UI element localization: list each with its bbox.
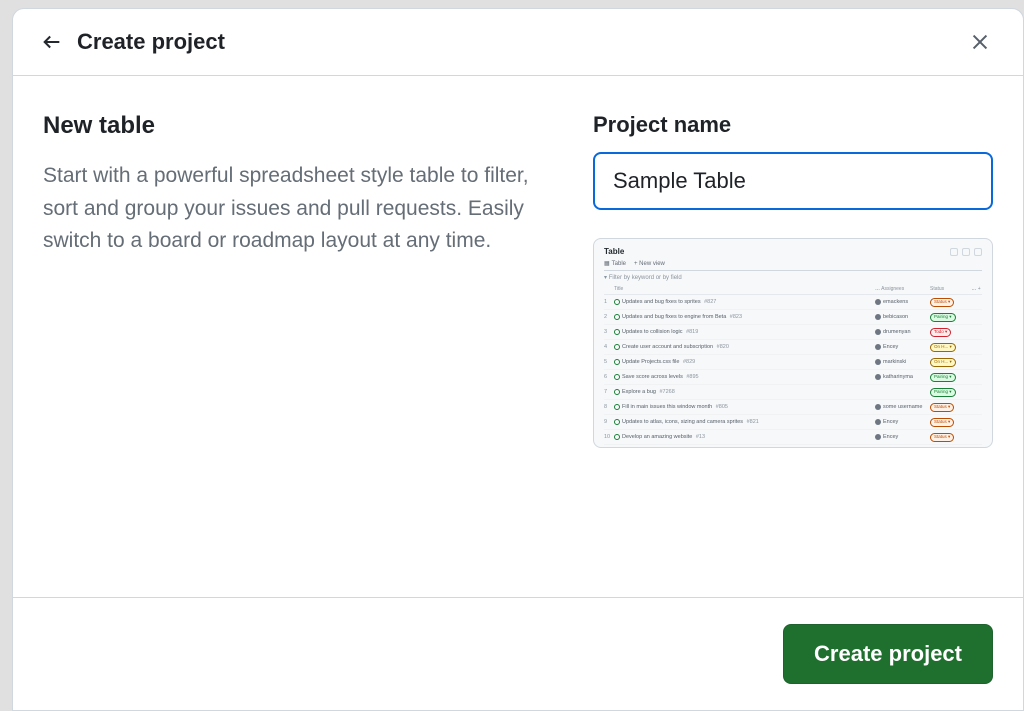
create-project-modal: Create project New table Start with a po… xyxy=(12,8,1024,711)
preview-tab-new: + New view xyxy=(634,260,665,267)
preview-top: Table xyxy=(604,247,982,256)
preview-more-icon xyxy=(974,248,982,256)
modal-header: Create project xyxy=(13,9,1023,76)
project-name-input[interactable] xyxy=(593,152,993,210)
preview-row: 2Updates and bug fixes to engine from Be… xyxy=(604,310,982,325)
modal-footer: Create project xyxy=(13,597,1023,710)
preview-row: 7Explore a bug #7268Pairing ▾ xyxy=(604,385,982,400)
preview-row: 4Create user account and subscription #8… xyxy=(604,340,982,355)
section-description: Start with a powerful spreadsheet style … xyxy=(43,160,557,258)
col-assignees: … Assignees xyxy=(875,286,930,292)
modal-title: Create project xyxy=(77,29,225,55)
right-column: Project name Table ▦ Table + New view ▾ … xyxy=(593,112,993,569)
preview-row: 8Fill in main issues this window month #… xyxy=(604,400,982,415)
section-title: New table xyxy=(43,112,557,140)
preview-rows: 1Updates and bug fixes to sprites #827em… xyxy=(604,295,982,448)
header-left: Create project xyxy=(41,29,225,55)
col-title: Title xyxy=(614,286,875,292)
preview-row: 9Updates to atlas, icons, sizing and cam… xyxy=(604,415,982,430)
preview-row: 11Integrate new payments support #1294Tr… xyxy=(604,445,982,448)
create-project-button[interactable]: Create project xyxy=(783,624,993,684)
back-arrow-icon[interactable] xyxy=(41,31,63,53)
preview-row: 10Develop an amazing website #13EnceySta… xyxy=(604,430,982,445)
preview-row: 1Updates and bug fixes to sprites #827em… xyxy=(604,295,982,310)
modal-body: New table Start with a powerful spreadsh… xyxy=(13,76,1023,597)
project-name-label: Project name xyxy=(593,112,993,138)
preview-row: 6Save score across levels #895katharinym… xyxy=(604,370,982,385)
preview-table-label: Table xyxy=(604,247,624,256)
preview-tabs: ▦ Table + New view xyxy=(604,260,982,271)
preview-row: 3Updates to collision logic #819drumenya… xyxy=(604,325,982,340)
left-column: New table Start with a powerful spreadsh… xyxy=(43,112,557,569)
preview-insights-icon xyxy=(962,248,970,256)
col-plus: … + xyxy=(970,286,982,292)
close-icon[interactable] xyxy=(965,27,995,57)
preview-tab-table: ▦ Table xyxy=(604,260,626,267)
col-status: Status xyxy=(930,286,970,292)
preview-columns: Title … Assignees Status … + xyxy=(604,284,982,295)
preview-row: 5Update Projects.css file #829markinskiO… xyxy=(604,355,982,370)
preview-view-icons xyxy=(950,248,982,256)
preview-filter: ▾ Filter by keyword or by field xyxy=(604,274,982,281)
preview-card: Table ▦ Table + New view ▾ Filter by key… xyxy=(593,238,993,448)
preview-layout-icon xyxy=(950,248,958,256)
